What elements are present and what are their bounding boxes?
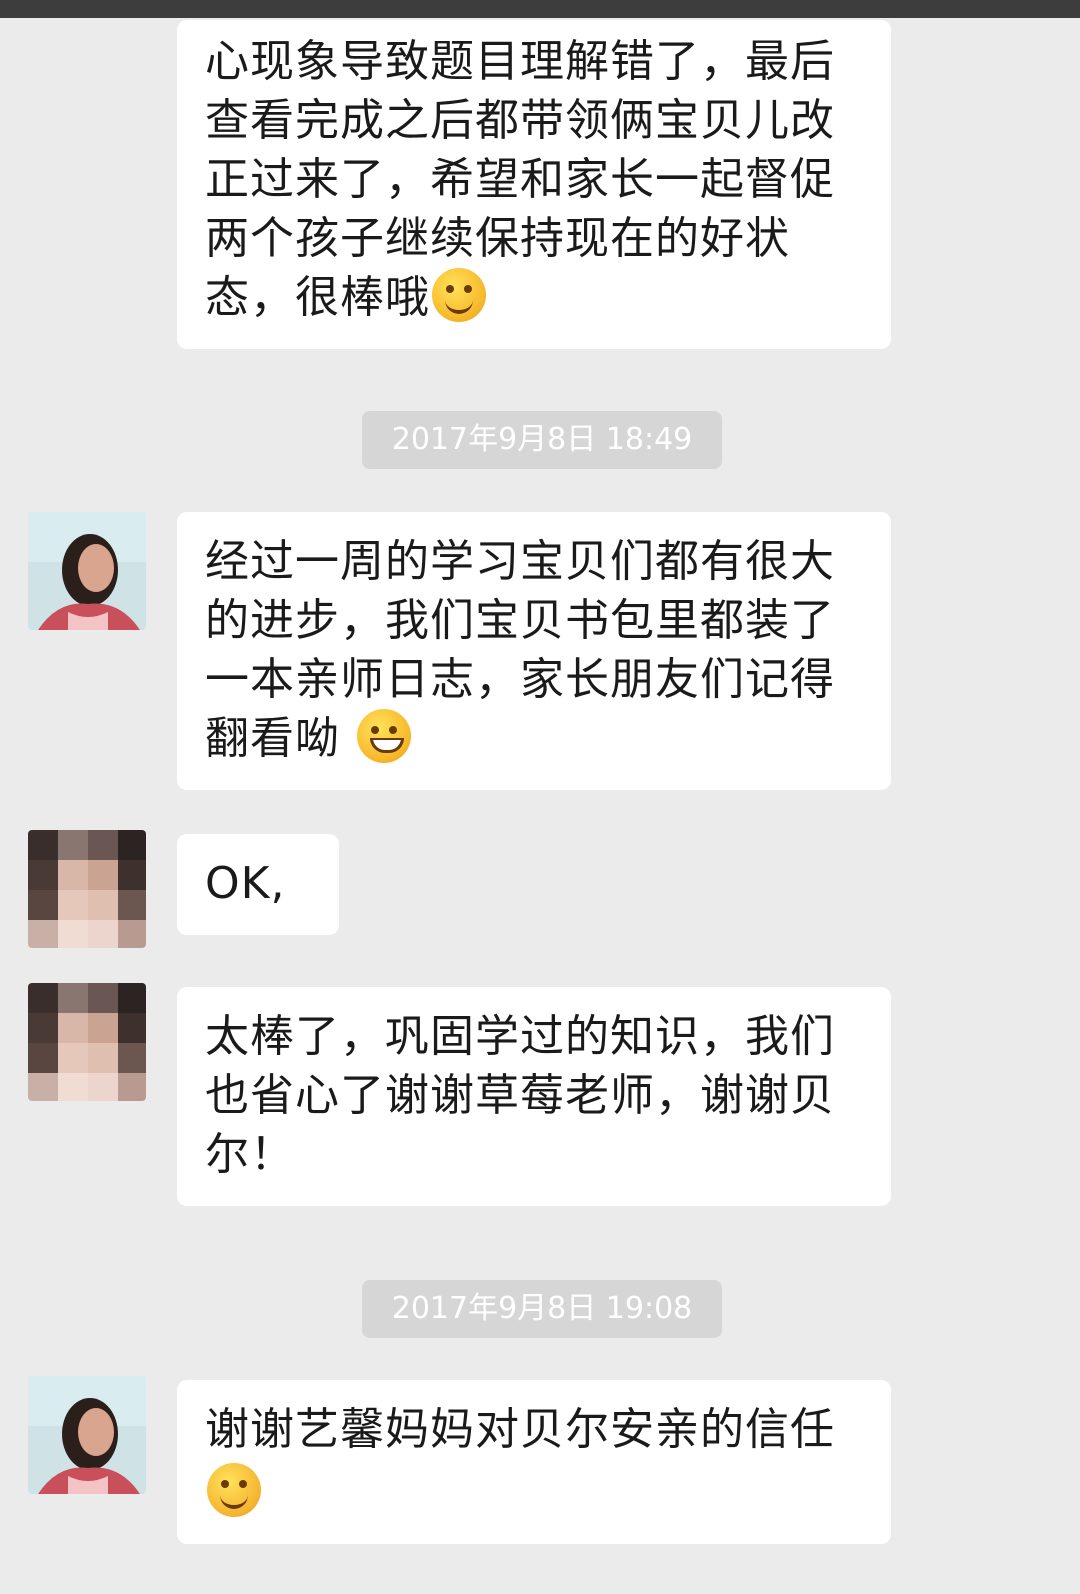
message-bubble[interactable]: 心现象导致题目理解错了，最后查看完成之后都带领俩宝贝儿改正过来了，希望和家长一起…	[177, 20, 891, 349]
status-bar	[0, 0, 1080, 18]
message-bubble[interactable]: 太棒了，巩固学过的知识，我们也省心了谢谢草莓老师，谢谢贝尔！	[177, 987, 891, 1206]
timestamp: 2017年9月8日 18:49	[362, 411, 722, 469]
timestamp: 2017年9月8日 19:08	[362, 1280, 722, 1338]
message-bubble[interactable]: OK,	[177, 834, 339, 935]
message-text: 心现象导致题目理解错了，最后查看完成之后都带领俩宝贝儿改正过来了，希望和家长一起…	[205, 36, 835, 323]
parent-avatar[interactable]	[28, 830, 146, 948]
teacher-avatar[interactable]	[28, 512, 146, 630]
message-text: OK,	[205, 858, 286, 909]
message-text: 谢谢艺馨妈妈对贝尔安亲的信任	[205, 1404, 835, 1455]
message-bubble[interactable]: 经过一周的学习宝贝们都有很大的进步，我们宝贝书包里都装了一本亲师日志，家长朋友们…	[177, 512, 891, 790]
teacher-avatar[interactable]	[28, 1376, 146, 1494]
parent-avatar[interactable]	[28, 983, 146, 1101]
message-text: 经过一周的学习宝贝们都有很大的进步，我们宝贝书包里都装了一本亲师日志，家长朋友们…	[205, 536, 835, 764]
message-text: 太棒了，巩固学过的知识，我们也省心了谢谢草莓老师，谢谢贝尔！	[205, 1011, 835, 1180]
smile-emoji-icon	[432, 268, 486, 322]
hug-emoji-icon	[207, 1463, 261, 1517]
grin-emoji-icon	[357, 709, 411, 763]
message-bubble[interactable]: 谢谢艺馨妈妈对贝尔安亲的信任	[177, 1380, 891, 1544]
